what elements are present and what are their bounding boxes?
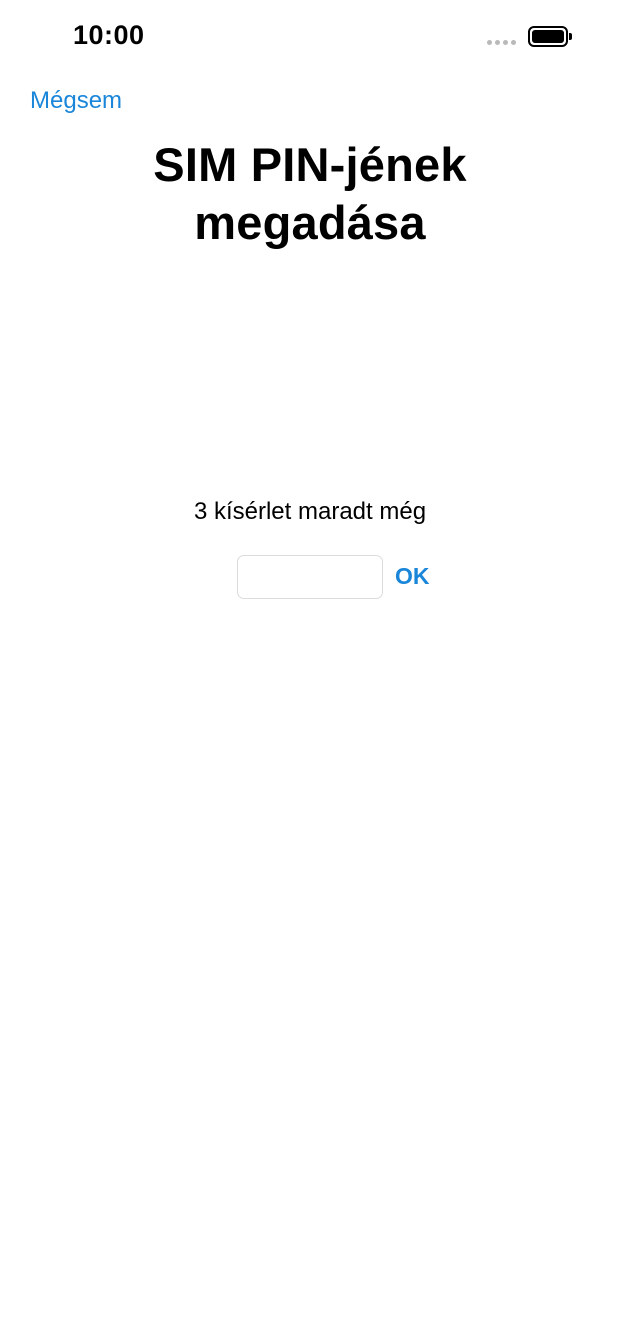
signal-dots-icon (487, 40, 516, 45)
attempts-remaining-text: 3 kísérlet maradt még (193, 498, 427, 525)
battery-full-icon (528, 26, 572, 48)
page-title: SIM PIN-jének megadása (153, 138, 467, 249)
ok-button[interactable]: OK (395, 563, 430, 590)
status-bar: 10:00 (0, 0, 620, 76)
pin-input[interactable] (237, 555, 383, 599)
cancel-button[interactable]: Mégsem (30, 87, 122, 115)
sim-pin-screen: 10:00 Mégsem SIM PIN-jének megadása 3 kí… (0, 0, 620, 1342)
status-time: 10:00 (73, 20, 145, 50)
